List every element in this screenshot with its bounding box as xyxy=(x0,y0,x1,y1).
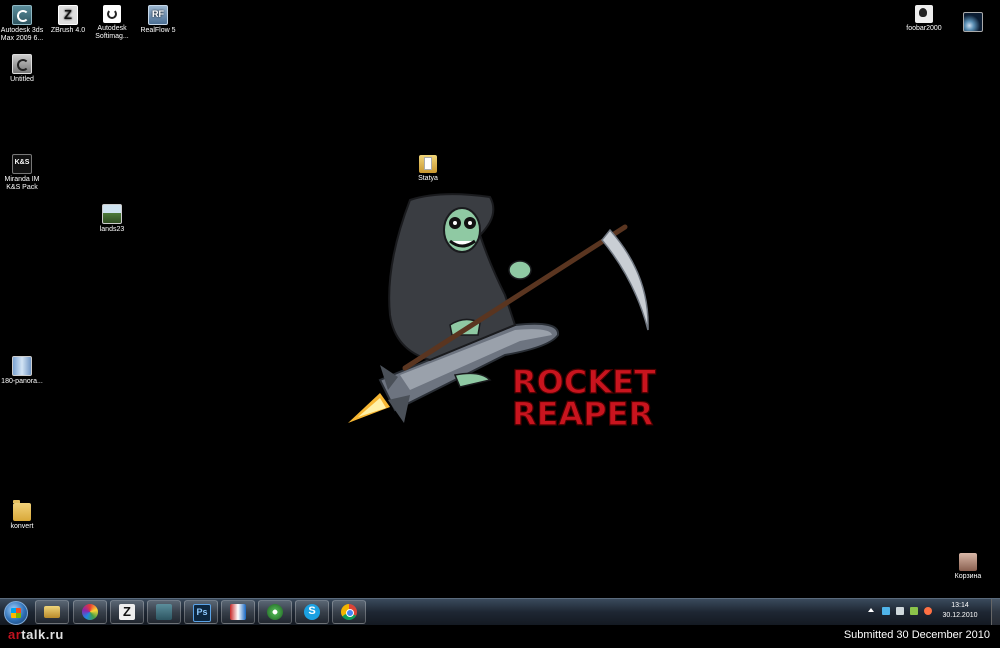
watermark-footer: artalk.ru Submitted 30 December 2010 xyxy=(0,625,1000,648)
panorama-image-icon xyxy=(12,356,32,376)
foobar-icon xyxy=(915,5,933,23)
photoshop-icon xyxy=(193,604,211,622)
desktop-icon-statya[interactable]: Statya xyxy=(393,155,463,183)
zbrush-icon xyxy=(119,604,135,620)
desktop-icon-konvert[interactable]: konvert xyxy=(0,500,57,531)
skype-icon xyxy=(304,604,320,620)
taskbar-button-picasa[interactable] xyxy=(73,600,107,624)
desktop-icon-label: Statya xyxy=(418,175,438,182)
taskbar-button-photoshop[interactable] xyxy=(184,600,218,624)
taskbar-button-explorer[interactable] xyxy=(35,600,69,624)
desktop-icon-label: Miranda IM K&S Pack xyxy=(4,176,40,191)
clock[interactable]: 13:14 30.12.2010 xyxy=(940,601,980,621)
desktop-icon-space-image[interactable] xyxy=(938,12,1000,34)
desktop-icon-label: RealFlow 5 xyxy=(140,27,176,34)
display-tray-icon[interactable] xyxy=(910,607,918,615)
arttalk-logo: artalk.ru xyxy=(8,627,64,642)
taskbar-button-chrome[interactable] xyxy=(332,600,366,624)
3ds-max-icon xyxy=(156,604,172,620)
logo-prefix: ar xyxy=(8,627,22,642)
rocket-flame xyxy=(348,393,390,423)
show-hidden-icons-icon[interactable] xyxy=(868,608,874,612)
wallpaper-title-line2: REAPER xyxy=(512,395,653,433)
folder-icon xyxy=(13,500,31,521)
image-file-icon xyxy=(102,204,122,224)
recycle-bin-icon xyxy=(959,553,977,571)
opera-icon xyxy=(230,604,246,620)
desktop-icon-label: konvert xyxy=(10,523,34,530)
network-tray-icon[interactable] xyxy=(882,607,890,615)
max-file-icon xyxy=(12,54,32,74)
desktop-icon-miranda[interactable]: Miranda IM K&S Pack xyxy=(0,154,57,192)
taskbar-button-3ds-max[interactable] xyxy=(147,600,181,624)
submitted-date: Submitted 30 December 2010 xyxy=(843,629,990,641)
icq-icon xyxy=(267,604,283,620)
clock-date: 30.12.2010 xyxy=(942,612,978,619)
taskbar-button-opera[interactable] xyxy=(221,600,255,624)
desktop-icon-label: 180-panora... xyxy=(1,378,43,385)
chrome-icon xyxy=(341,604,357,620)
desktop-icon-label: Корзина xyxy=(954,573,982,580)
volume-icon[interactable] xyxy=(896,607,904,615)
app-tray-icon[interactable] xyxy=(924,607,932,615)
start-button[interactable] xyxy=(4,601,28,625)
desktop-icon-recycle-bin[interactable]: Корзина xyxy=(933,553,1000,581)
desktop-icon-lands23[interactable]: lands23 xyxy=(77,204,147,234)
realflow-icon xyxy=(148,5,168,25)
desktop-icon-realflow[interactable]: RealFlow 5 xyxy=(123,5,193,35)
folder-document-icon xyxy=(419,155,437,173)
zbrush-icon xyxy=(58,5,78,25)
miranda-icon xyxy=(12,154,32,174)
taskbar-button-skype[interactable] xyxy=(295,600,329,624)
desktop[interactable]: Autodesk 3ds Max 2009 6... ZBrush 4.0 Au… xyxy=(0,0,1000,598)
windows-explorer-icon xyxy=(44,606,60,618)
picasa-icon xyxy=(82,604,98,620)
desktop-icon-label: lands23 xyxy=(99,226,125,233)
taskbar-button-zbrush[interactable] xyxy=(110,600,144,624)
rocket-reaper-wallpaper: ROCKET REAPER xyxy=(348,193,657,434)
space-image-icon xyxy=(963,12,983,32)
taskbar: 13:14 30.12.2010 xyxy=(0,598,1000,625)
clock-time: 13:14 xyxy=(951,602,969,609)
3ds-max-icon xyxy=(12,5,32,25)
softimage-icon xyxy=(103,5,121,23)
logo-text: talk.ru xyxy=(21,627,64,642)
desktop-icon-label: Untitled xyxy=(10,76,34,83)
show-desktop-button[interactable] xyxy=(991,599,1000,625)
taskbar-button-icq[interactable] xyxy=(258,600,292,624)
desktop-icon-untitled[interactable]: Untitled xyxy=(0,54,57,84)
desktop-icon-panorama[interactable]: 180-panora... xyxy=(0,356,57,386)
